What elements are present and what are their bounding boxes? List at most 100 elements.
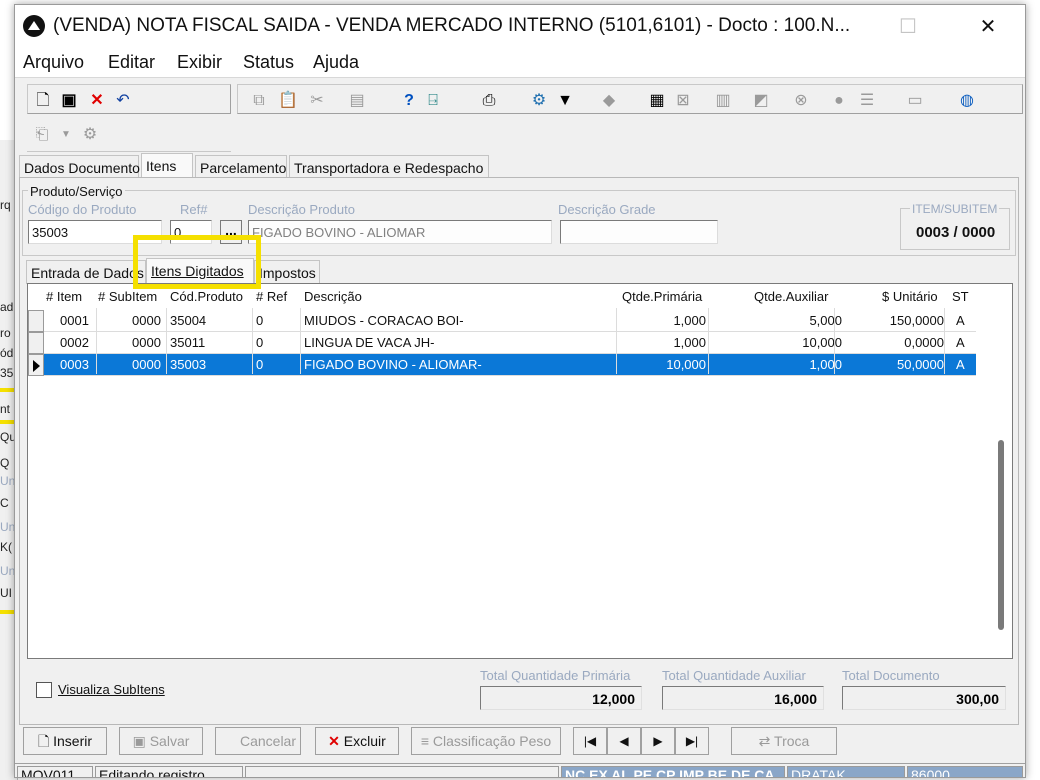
tab-dados-documento[interactable]: Dados Documento — [19, 155, 140, 179]
dropdown-arrow-icon[interactable]: ▼ — [556, 92, 574, 110]
header-qtde-auxiliar[interactable]: Qtde.Auxiliar — [754, 289, 828, 304]
tab-itens[interactable]: Itens — [141, 153, 193, 180]
cell-st: A — [956, 313, 965, 328]
tab-parcelamento[interactable]: Parcelamento — [195, 155, 287, 179]
visualiza-subitens-checkbox[interactable] — [36, 682, 52, 698]
settings-icon[interactable]: ⚙ — [81, 126, 99, 144]
grid-header: # Item # SubItem Cód.Produto # Ref Descr… — [28, 284, 1012, 308]
tab-impostos[interactable]: Impostos — [254, 260, 320, 284]
header-item[interactable]: # Item — [46, 289, 82, 304]
copy-icon[interactable]: ⧉ — [250, 92, 268, 110]
main-window: (VENDA) NOTA FISCAL SAIDA - VENDA MERCAD… — [14, 4, 1026, 778]
title-bar: (VENDA) NOTA FISCAL SAIDA - VENDA MERCAD… — [15, 5, 1025, 47]
total-aux-label: Total Quantidade Auxiliar — [662, 668, 806, 683]
prev-record-button[interactable]: ◀ — [607, 727, 641, 755]
cell-descricao: LINGUA DE VACA JH- — [304, 335, 435, 350]
cell-unitario: 150,0000 — [889, 313, 944, 328]
save-button[interactable]: ▣ Salvar — [119, 727, 203, 755]
preview-icon[interactable]: ⎗ — [33, 126, 51, 144]
row-indicator[interactable] — [28, 310, 44, 332]
insert-button[interactable]: 🗋 Inserir — [23, 727, 107, 755]
tag-icon[interactable]: ● — [830, 92, 848, 110]
menu-arquivo[interactable]: Arquivo — [23, 52, 84, 73]
dropdown-arrow-icon[interactable]: ▼ — [57, 126, 75, 144]
next-record-button[interactable]: ▶ — [641, 727, 675, 755]
ref-label: Ref# — [180, 202, 208, 217]
globe-icon[interactable]: ◍ — [958, 92, 976, 110]
monitor-icon[interactable]: ▭ — [906, 92, 924, 110]
header-cod-produto[interactable]: Cód.Produto — [170, 289, 243, 304]
app-logo-icon — [23, 15, 45, 37]
table-row[interactable]: 0001 0000 35004 0 MIUDOS - CORACAO BOI- … — [44, 310, 976, 332]
background-highlight — [0, 388, 14, 392]
document-icon[interactable]: ▥ — [714, 92, 732, 110]
remove-doc-icon[interactable]: ⊗ — [792, 92, 810, 110]
list-icon[interactable]: ☰ — [858, 92, 876, 110]
delete-label: Excluir — [343, 733, 386, 749]
column-divider — [300, 308, 301, 374]
help-icon[interactable]: ? — [400, 92, 418, 110]
minimize-button[interactable]: ☐ — [885, 11, 931, 43]
status-branch: 86000 — [907, 766, 1023, 777]
toolbar-group-main: ⧉ 📋 ✂ ▤ ? ⍈ ⎙ ⚙ ▼ ◆ ▦ ⊠ ▥ ◩ ⊗ ● ☰ ▭ ◍ — [237, 84, 1023, 114]
ref-field[interactable]: 0 — [170, 220, 212, 244]
swap-button[interactable]: ⇄ Troca — [731, 727, 837, 755]
header-subitem[interactable]: # SubItem — [98, 289, 157, 304]
product-description-label: Descrição Produto — [248, 202, 355, 217]
close-button[interactable]: ✕ — [965, 11, 1011, 43]
tab-entrada-de-dados[interactable]: Entrada de Dados — [26, 260, 146, 284]
tab-transportadora[interactable]: Transportadora e Redespacho — [289, 155, 489, 179]
table-row-selected[interactable]: 0003 0000 35003 0 FIGADO BOVINO - ALIOMA… — [44, 354, 976, 376]
new-icon[interactable]: 🗋 — [34, 92, 52, 110]
table-row[interactable]: 0002 0000 35011 0 LINGUA DE VACA JH- 1,0… — [44, 332, 976, 354]
paste-icon[interactable]: 📋 — [278, 92, 298, 110]
row-indicator[interactable] — [28, 332, 44, 354]
cell-item: 0001 — [60, 313, 89, 328]
background-highlight — [0, 610, 14, 614]
cell-cod-produto: 35003 — [170, 357, 207, 372]
print-icon[interactable]: ⎙ — [480, 92, 498, 110]
header-qtde-primaria[interactable]: Qtde.Primária — [622, 289, 702, 304]
save-label: Salvar — [149, 733, 190, 749]
menu-status[interactable]: Status — [243, 52, 294, 73]
column-divider — [834, 308, 835, 374]
calculator-icon[interactable]: ▤ — [348, 92, 366, 110]
column-divider — [944, 308, 945, 374]
export-icon[interactable]: ⊠ — [674, 92, 692, 110]
cut-icon[interactable]: ✂ — [308, 92, 326, 110]
header-descricao[interactable]: Descrição — [304, 289, 362, 304]
menu-exibir[interactable]: Exibir — [177, 52, 222, 73]
menu-editar[interactable]: Editar — [108, 52, 155, 73]
swap-icon: ⇄ — [758, 733, 775, 749]
close-icon[interactable]: ✕ — [88, 92, 106, 110]
eraser-icon[interactable]: ◆ — [600, 92, 618, 110]
report-icon[interactable]: ▦ — [648, 92, 666, 110]
total-primary-label: Total Quantidade Primária — [480, 668, 631, 683]
status-indicators: NC EX AL PE CP IMP BE DE CA — [561, 766, 785, 777]
header-unitario[interactable]: $ Unitário — [882, 289, 938, 304]
tab-itens-digitados[interactable]: Itens Digitados — [146, 258, 254, 285]
classification-label: Classificação Peso — [432, 733, 552, 749]
cancel-button[interactable]: Cancelar — [215, 727, 301, 755]
header-ref[interactable]: # Ref — [256, 289, 287, 304]
tools-icon[interactable]: ⚙ — [530, 92, 548, 110]
current-row-indicator[interactable] — [28, 354, 44, 376]
items-grid[interactable]: # Item # SubItem Cód.Produto # Ref Descr… — [27, 283, 1013, 659]
grid-scrollbar[interactable] — [998, 440, 1004, 630]
save-icon[interactable]: ▣ — [60, 92, 78, 110]
button-bar: 🗋 Inserir ▣ Salvar Cancelar ✕ Excluir ≡ … — [15, 723, 1025, 763]
delete-button[interactable]: ✕ Excluir — [315, 727, 399, 755]
product-code-field[interactable]: 35003 — [28, 220, 162, 244]
header-st[interactable]: ST — [952, 289, 969, 304]
menu-ajuda[interactable]: Ajuda — [313, 52, 359, 73]
first-record-button[interactable]: |◀ — [573, 727, 607, 755]
undo-icon[interactable]: ↶ — [114, 92, 132, 110]
status-empty — [245, 766, 559, 777]
cell-qtde-primaria: 1,000 — [673, 313, 706, 328]
total-aux-field: 16,000 — [662, 686, 824, 710]
last-record-button[interactable]: ▶| — [675, 727, 709, 755]
classification-button[interactable]: ≡ Classificação Peso — [411, 727, 561, 755]
edit-doc-icon[interactable]: ◩ — [752, 92, 770, 110]
exit-icon[interactable]: ⍈ — [424, 92, 442, 110]
search-product-button[interactable]: ... — [220, 220, 242, 244]
